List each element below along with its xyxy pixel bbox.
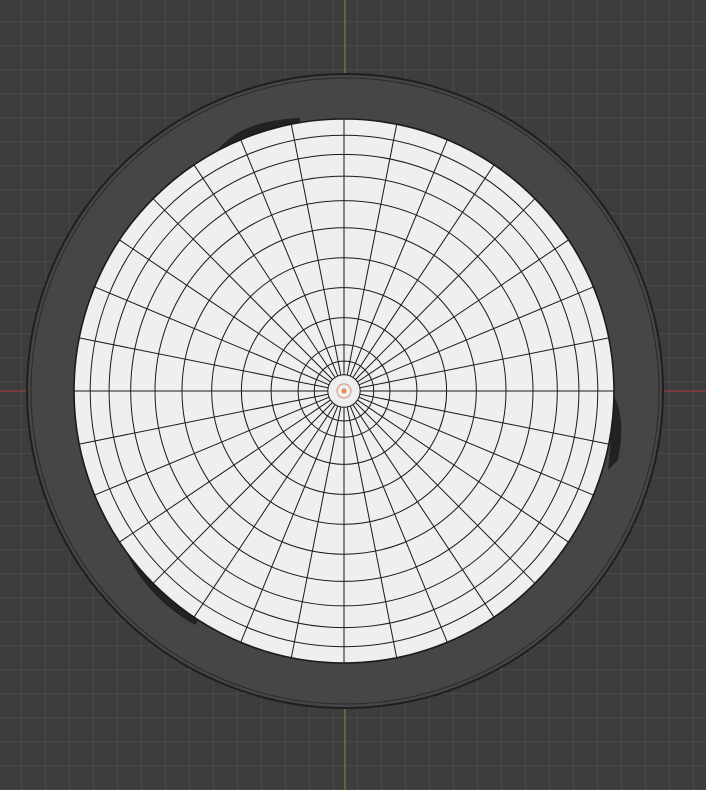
3d-viewport[interactable] (0, 0, 706, 790)
scene-svg[interactable] (0, 0, 706, 790)
origin-dot (341, 388, 347, 394)
object-origin[interactable] (336, 383, 352, 399)
